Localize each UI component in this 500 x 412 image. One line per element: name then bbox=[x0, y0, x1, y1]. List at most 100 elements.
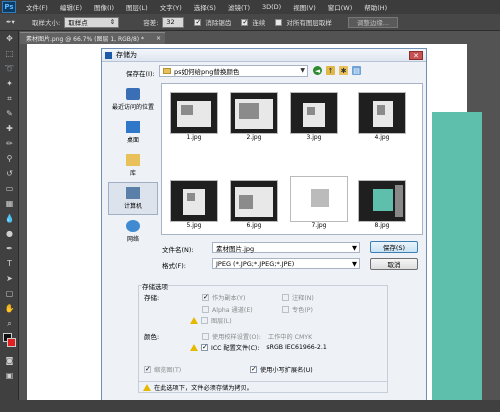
file-thumbnail[interactable]: 8.jpg bbox=[358, 180, 406, 229]
as-copy-checkbox[interactable] bbox=[202, 293, 209, 301]
layers-option[interactable]: 图层(L) bbox=[190, 316, 232, 325]
refine-edge-button[interactable]: 调整边缘... bbox=[347, 16, 399, 28]
file-preview-image bbox=[290, 176, 348, 222]
file-thumbnail[interactable]: 2.jpg bbox=[230, 92, 278, 141]
hand-tool-icon[interactable]: ✋ bbox=[0, 301, 19, 316]
path-select-icon[interactable]: ➤ bbox=[0, 271, 19, 286]
spot-colors-checkbox[interactable] bbox=[282, 306, 289, 313]
places-bar: 最近访问的位置 桌面 库 计算机 网络 bbox=[108, 83, 158, 251]
contiguous-checkbox[interactable] bbox=[241, 18, 249, 26]
document-tab[interactable]: 素材图片.png @ 66.7% (图层 1, RGB/8) * × bbox=[20, 32, 165, 44]
blur-tool-icon[interactable]: 💧 bbox=[0, 211, 19, 226]
file-list[interactable]: 1.jpg 2.jpg 3.jpg 4.jpg 5.jpg 6.jpg 7.jp… bbox=[161, 83, 423, 235]
up-folder-icon[interactable]: ↑ bbox=[326, 66, 335, 75]
menu-filter[interactable]: 滤镜(T) bbox=[222, 2, 256, 12]
network-icon bbox=[126, 220, 140, 232]
clone-stamp-icon[interactable]: ⚲ bbox=[0, 151, 19, 166]
icc-profile-checkbox[interactable] bbox=[201, 343, 208, 351]
eyedropper-icon[interactable]: ✎ bbox=[0, 106, 19, 121]
alpha-checkbox[interactable] bbox=[202, 306, 209, 313]
gradient-tool-icon[interactable]: ▦ bbox=[0, 196, 19, 211]
menu-view[interactable]: 视图(V) bbox=[287, 2, 322, 12]
shape-tool-icon[interactable]: ▢ bbox=[0, 286, 19, 301]
dialog-close-button[interactable]: ✕ bbox=[409, 51, 423, 60]
format-label: 格式(F): bbox=[162, 262, 187, 270]
dialog-titlebar[interactable]: 存储为 bbox=[102, 49, 426, 62]
sample-size-select[interactable]: 取样点 ⇕ bbox=[64, 16, 120, 28]
lowercase-ext-checkbox[interactable] bbox=[250, 365, 257, 373]
file-preview-image bbox=[170, 180, 218, 222]
menu-type[interactable]: 文字(Y) bbox=[154, 2, 188, 12]
thumbnail-checkbox[interactable] bbox=[144, 365, 151, 373]
color-swatch-icon[interactable] bbox=[0, 331, 19, 353]
warning-icon bbox=[143, 383, 151, 391]
healing-brush-icon[interactable]: ✚ bbox=[0, 121, 19, 136]
place-network[interactable]: 网络 bbox=[108, 215, 158, 248]
close-icon[interactable]: × bbox=[156, 35, 161, 42]
brush-tool-icon[interactable]: ✏ bbox=[0, 136, 19, 151]
menu-edit[interactable]: 编辑(E) bbox=[54, 2, 88, 12]
menu-help[interactable]: 帮助(H) bbox=[358, 2, 393, 12]
save-options-title: 存储选项 bbox=[142, 281, 168, 291]
computer-icon bbox=[126, 187, 140, 199]
crop-tool-icon[interactable]: ⌗ bbox=[0, 91, 19, 106]
file-thumbnail[interactable]: 5.jpg bbox=[170, 180, 218, 229]
zoom-tool-icon[interactable]: ⌕ bbox=[0, 316, 19, 331]
type-tool-icon[interactable]: T bbox=[0, 256, 19, 271]
notes-option[interactable]: 注释(N) bbox=[282, 293, 314, 302]
spot-colors-option[interactable]: 专色(P) bbox=[282, 305, 313, 314]
as-copy-option[interactable]: 作为副本(Y) bbox=[202, 293, 245, 302]
menu-3d[interactable]: 3D(D) bbox=[256, 3, 287, 11]
place-computer[interactable]: 计算机 bbox=[108, 182, 158, 215]
layers-checkbox[interactable] bbox=[201, 317, 208, 324]
tolerance-input[interactable]: 32 bbox=[162, 16, 185, 28]
eraser-tool-icon[interactable]: ▭ bbox=[0, 181, 19, 196]
file-preview-image bbox=[230, 180, 278, 222]
file-thumbnail[interactable]: 4.jpg bbox=[358, 92, 406, 141]
cancel-button[interactable]: 取消 bbox=[370, 258, 418, 270]
thumbnail-option[interactable]: 缩览图(T) bbox=[144, 365, 181, 374]
file-thumbnail[interactable]: 3.jpg bbox=[290, 92, 338, 141]
menu-file[interactable]: 文件(F) bbox=[20, 2, 54, 12]
menu-select[interactable]: 选择(S) bbox=[188, 2, 222, 12]
marquee-tool-icon[interactable]: ⬚ bbox=[0, 46, 19, 61]
save-in-label: 保存在(I): bbox=[126, 70, 155, 78]
pen-tool-icon[interactable]: ✒ bbox=[0, 241, 19, 256]
screen-mode-icon[interactable]: ▣ bbox=[0, 368, 19, 383]
view-menu-icon[interactable]: ▤ bbox=[352, 66, 361, 75]
place-desktop[interactable]: 桌面 bbox=[108, 116, 158, 149]
file-thumbnail[interactable]: 1.jpg bbox=[170, 92, 218, 141]
icc-profile-option[interactable]: ICC 配置文件(C): sRGB IEC61966-2.1 bbox=[190, 343, 327, 352]
lasso-tool-icon[interactable]: ➰ bbox=[0, 61, 19, 76]
save-in-select[interactable]: ps如何给png替换颜色 ▼ bbox=[159, 65, 308, 77]
file-thumbnail[interactable]: 6.jpg bbox=[230, 180, 278, 229]
eyedropper-tool-icon[interactable]: ✒▾ bbox=[6, 18, 28, 26]
filename-input[interactable]: 素材图片.jpg ▼ bbox=[212, 242, 360, 253]
format-select[interactable]: JPEG (*.JPG;*.JPEG;*.JPE) ▼ bbox=[212, 258, 360, 269]
options-bar: ✒▾ 取样大小: 取样点⇕ 容差: 32 消除锯齿 连续 对所有图层取样 调整边… bbox=[0, 14, 500, 31]
use-proof-option[interactable]: 使用校样设置(O): 工作中的 CMYK bbox=[202, 332, 312, 341]
quick-mask-icon[interactable]: ◙ bbox=[0, 353, 19, 368]
history-brush-icon[interactable]: ↺ bbox=[0, 166, 19, 181]
menu-window[interactable]: 窗口(W) bbox=[322, 2, 359, 12]
warning-icon bbox=[190, 344, 198, 351]
dodge-tool-icon[interactable]: ● bbox=[0, 226, 19, 241]
antialias-checkbox[interactable] bbox=[194, 18, 202, 26]
lowercase-ext-option[interactable]: 使用小写扩展名(U) bbox=[250, 365, 313, 374]
alpha-option[interactable]: Alpha 通道(E) bbox=[202, 305, 253, 314]
file-thumbnail[interactable]: 7.jpg bbox=[290, 176, 348, 229]
magic-wand-tool-icon[interactable]: ✦ bbox=[0, 76, 19, 91]
file-preview-image bbox=[358, 180, 406, 222]
back-icon[interactable]: ◄ bbox=[313, 66, 322, 75]
all-layers-checkbox[interactable] bbox=[275, 18, 283, 26]
place-recent[interactable]: 最近访问的位置 bbox=[108, 83, 158, 116]
move-tool-icon[interactable]: ✥ bbox=[0, 31, 19, 46]
place-library[interactable]: 库 bbox=[108, 149, 158, 182]
file-preview-image bbox=[230, 92, 278, 134]
use-proof-checkbox[interactable] bbox=[202, 333, 209, 340]
menu-layer[interactable]: 图层(L) bbox=[120, 2, 154, 12]
notes-checkbox[interactable] bbox=[282, 294, 289, 301]
new-folder-icon[interactable]: ✱ bbox=[339, 66, 348, 75]
save-button[interactable]: 保存(S) bbox=[370, 241, 418, 253]
menu-image[interactable]: 图像(I) bbox=[88, 2, 120, 12]
